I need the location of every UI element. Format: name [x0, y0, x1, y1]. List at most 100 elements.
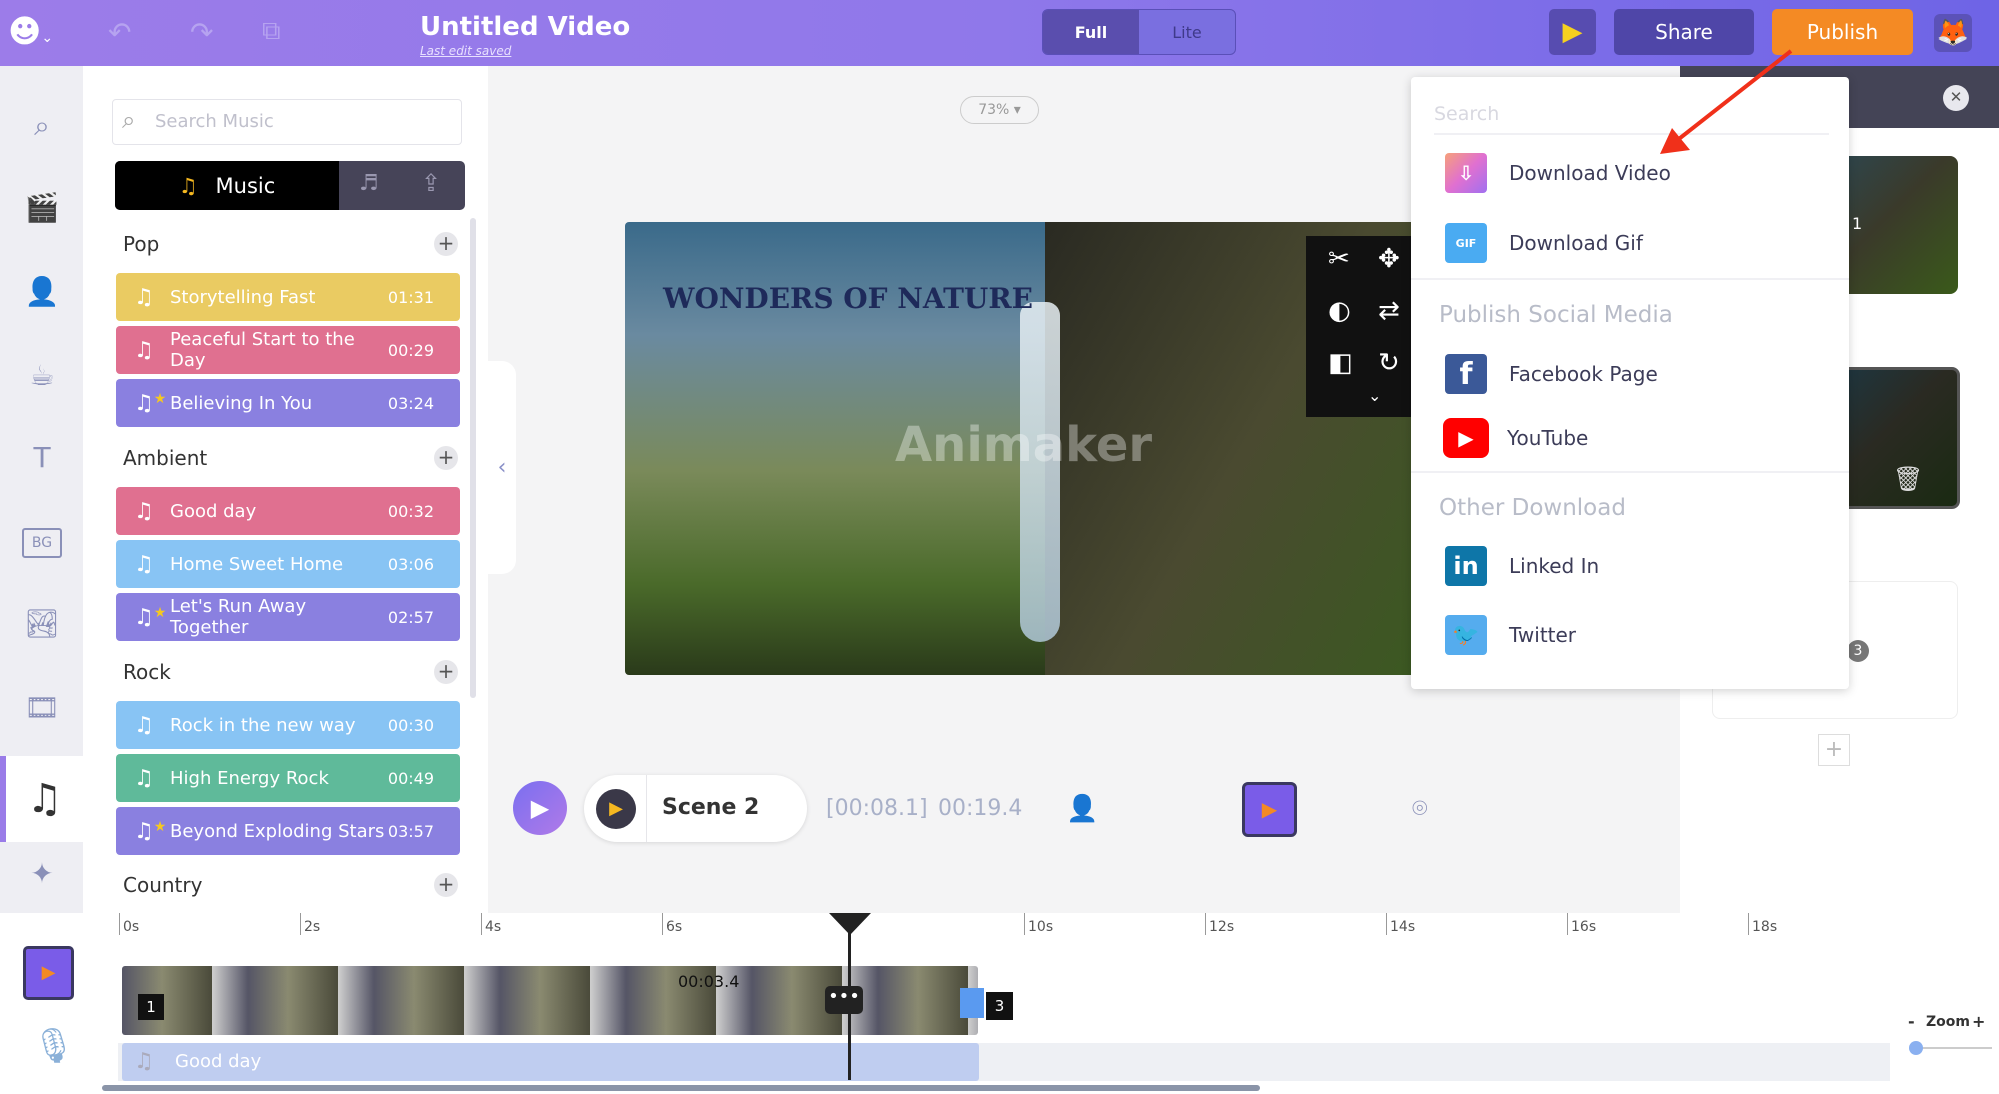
facebook-icon: f	[1445, 354, 1487, 394]
timeline-tick: 0s	[119, 913, 139, 935]
music-track[interactable]: ♫ Good day 00:32	[116, 487, 460, 535]
scene-film-icon[interactable]: ▶	[23, 946, 74, 1000]
timeline-left-rail	[0, 913, 100, 1094]
video-title-text[interactable]: Wonders of Nature	[663, 282, 1033, 315]
zoom-out-button[interactable]: -	[1908, 1012, 1915, 1031]
move-icon[interactable]: ✥	[1378, 244, 1400, 274]
element-toolbar: ✂ ✥ ◐ ⇄ ◧ ↻ ⌄	[1306, 236, 1411, 417]
music-track[interactable]: ♫★ Let's Run Away Together 02:57	[116, 593, 460, 641]
divider	[1411, 471, 1849, 473]
contrast-icon[interactable]: ◐	[1328, 296, 1351, 326]
scissors-icon[interactable]: ✂	[1328, 244, 1350, 274]
premium-music-icon: ♫★	[134, 390, 167, 416]
divider	[646, 775, 647, 842]
collapse-panel-button[interactable]: ‹	[488, 361, 516, 574]
timeline-scrollbar[interactable]	[102, 1085, 1260, 1091]
category-heading: Pop	[123, 232, 160, 256]
add-scene-button[interactable]: +	[1818, 734, 1850, 766]
zoom-in-button[interactable]: +	[1972, 1012, 1985, 1031]
timeline-tick: 10s	[1024, 913, 1053, 935]
music-note-icon: ♫	[134, 1049, 154, 1074]
music-track[interactable]: ♫ Storytelling Fast 01:31	[116, 273, 460, 321]
music-note-icon: ♫	[134, 284, 154, 310]
props-icon[interactable]: ☕	[22, 356, 62, 396]
music-track[interactable]: ♫★ Believing In You 03:24	[116, 379, 460, 427]
zoom-slider-thumb[interactable]	[1909, 1041, 1923, 1055]
category-heading: Ambient	[123, 446, 208, 470]
panel-scrollbar[interactable]	[470, 218, 476, 698]
menu-item-facebook[interactable]: f Facebook Page	[1445, 354, 1658, 394]
timeline-tick: 6s	[662, 913, 682, 935]
music-track[interactable]: ♫ High Energy Rock 00:49	[116, 754, 460, 802]
music-icon-active[interactable]: ♫	[0, 756, 83, 842]
gif-icon: GIF	[1445, 223, 1487, 263]
linkedin-icon: in	[1445, 546, 1487, 586]
clip-resize-handle[interactable]	[960, 988, 984, 1018]
opacity-icon[interactable]: ◧	[1328, 348, 1353, 378]
add-category-button[interactable]: +	[434, 446, 458, 470]
clip-duration: 00:03.4	[678, 972, 740, 991]
screenshot-icon[interactable]: ⌾	[1412, 794, 1428, 825]
music-note-icon: ♫	[134, 765, 154, 791]
trash-icon[interactable]: 🗑	[1893, 465, 1923, 493]
timeline-tick: 4s	[481, 913, 501, 935]
chevron-down-icon[interactable]: ⌄	[1368, 386, 1381, 405]
video-scene-icon[interactable]: ▶	[1242, 782, 1297, 837]
timeline-tick: 18s	[1748, 913, 1777, 935]
microphone-icon[interactable]: 🎙	[32, 1026, 75, 1066]
total-time: 00:19.4	[938, 796, 1023, 821]
video-canvas[interactable]: Wonders of Nature Animaker	[625, 222, 1425, 675]
menu-item-linkedin[interactable]: in Linked In	[1445, 546, 1599, 586]
zoom-slider-track[interactable]	[1912, 1047, 1992, 1049]
image-icon[interactable]: 🏞	[22, 604, 62, 644]
twitter-icon: 🐦	[1445, 615, 1487, 655]
menu-item-download-gif[interactable]: GIF Download Gif	[1445, 223, 1643, 263]
add-category-button[interactable]: +	[434, 232, 458, 256]
playhead[interactable]	[848, 918, 851, 1080]
premium-music-icon: ♫★	[134, 818, 167, 844]
timeline-tick: 16s	[1567, 913, 1596, 935]
rotate-icon[interactable]: ↻	[1378, 348, 1400, 378]
play-all-button[interactable]: ▶	[513, 781, 567, 835]
music-track[interactable]: ♫ Peaceful Start to the Day 00:29	[116, 326, 460, 374]
scene-badge-3: 3	[986, 992, 1013, 1020]
music-track[interactable]: ♫ Home Sweet Home 03:06	[116, 540, 460, 588]
music-note-icon: ♫	[134, 551, 154, 577]
music-track[interactable]: ♫★ Beyond Exploding Stars 03:57	[116, 807, 460, 855]
effects-icon[interactable]: ✦	[22, 854, 62, 894]
timeline-tick: 2s	[300, 913, 320, 935]
clip-more-button[interactable]: •••	[825, 986, 863, 1014]
bg-icon[interactable]: BG	[22, 528, 62, 558]
scene-name: Scene 2	[662, 795, 760, 820]
timeline-tick: 12s	[1205, 913, 1234, 935]
play-scene-button[interactable]: ▶	[596, 789, 636, 829]
character-icon[interactable]: 👤	[22, 272, 62, 312]
menu-item-twitter[interactable]: 🐦 Twitter	[1445, 615, 1576, 655]
swap-icon[interactable]: ⇄	[1378, 296, 1400, 326]
divider	[1411, 278, 1849, 280]
watermark: Animaker	[895, 417, 1153, 473]
timeline-tick: 14s	[1386, 913, 1415, 935]
music-track[interactable]: ♫ Rock in the new way 00:30	[116, 701, 460, 749]
category-heading: Rock	[123, 660, 171, 684]
other-heading: Other Download	[1439, 495, 1626, 521]
video-icon[interactable]: 🎞	[22, 688, 62, 728]
menu-item-youtube[interactable]: ▶ YouTube	[1443, 418, 1588, 458]
youtube-icon: ▶	[1443, 418, 1489, 458]
character-icon[interactable]: 👤	[1066, 794, 1098, 824]
add-category-button[interactable]: +	[434, 873, 458, 897]
music-note-icon: ♫	[134, 337, 154, 363]
zoom-label: Zoom	[1926, 1014, 1970, 1030]
add-category-button[interactable]: +	[434, 660, 458, 684]
scene-badge-1: 1	[138, 994, 164, 1020]
current-time: [00:08.1]	[826, 796, 928, 821]
playhead-handle[interactable]	[829, 913, 871, 935]
text-icon[interactable]: T	[22, 438, 62, 478]
premium-music-icon: ♫★	[134, 604, 167, 630]
music-note-icon: ♫	[134, 498, 154, 524]
social-heading: Publish Social Media	[1439, 302, 1673, 328]
annotation-arrow	[1660, 49, 1793, 154]
scene-pill[interactable]: ▶ Scene 2	[584, 775, 807, 842]
category-heading: Country	[123, 873, 203, 897]
music-note-icon: ♫	[134, 712, 154, 738]
